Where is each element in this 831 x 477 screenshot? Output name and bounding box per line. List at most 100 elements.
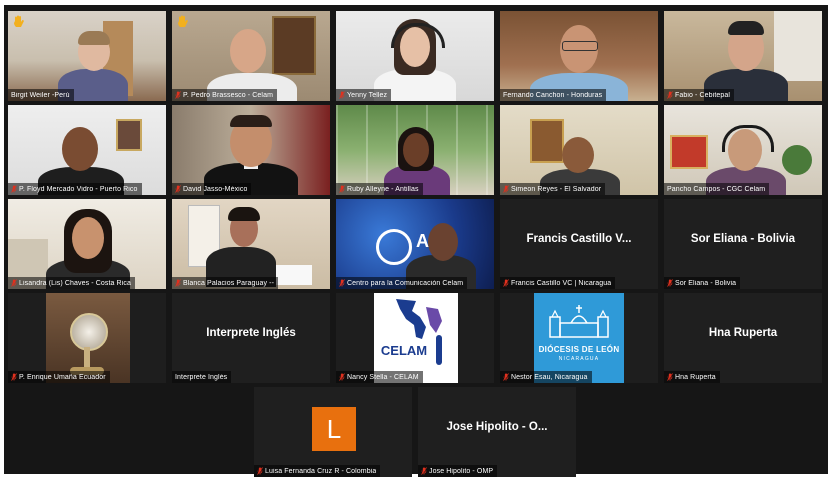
muted-mic-icon [339,373,345,381]
participant-name-bar: Fernando Canchon - Honduras [500,89,607,101]
participant-tile-francis[interactable]: Francis Castillo V... Francis Castillo V… [500,199,658,289]
participant-tile-floyd[interactable]: P. Floyd Mercado Vidro - Puerto Rico [8,105,166,195]
participant-name-bar: Blanca Palacios Paraguay -- [172,277,279,289]
plant-background [782,145,812,175]
participant-name: Lisandra (Lis) Chaves - Costa Rica [19,279,131,287]
participant-name: Fabio - Cebitepal [675,91,731,99]
participant-head [403,133,429,167]
participant-name: P. Floyd Mercado Vidro - Puerto Rico [19,185,138,193]
participant-tile-david[interactable]: David Jasso-México [172,105,330,195]
participant-tile-luisa[interactable]: L Luisa Fernanda Cruz R - Colombia [254,387,412,477]
participant-name: Nestor Esau, Nicaragua [511,373,588,381]
participant-tile-jose-hipolito[interactable]: Jose Hipolito - O... Jose Hipolito - OMP [418,387,576,477]
muted-mic-icon [257,467,263,475]
muted-mic-icon [667,91,673,99]
diocesis-subtitle: NICARAGUA [558,356,600,362]
video-feed [500,105,658,195]
participant-hair [78,31,110,45]
participant-head [230,29,266,73]
video-feed [500,11,658,101]
celam-globe-logo [376,229,412,265]
participant-name-bar: Nestor Esau, Nicaragua [500,371,592,383]
video-feed [8,293,166,383]
participant-name-bar: P. Floyd Mercado Vidro - Puerto Rico [8,183,142,195]
muted-mic-icon [667,373,673,381]
participant-name-bar: P. Pedro Brassesco - Celam [172,89,278,101]
participant-head [428,223,458,261]
participant-tile-centro-comunicacion[interactable]: A Centro para la Comunicación Celam [336,199,494,289]
participant-tile-nancy[interactable]: CELAM Nancy Stella - CELAM [336,293,494,383]
muted-mic-icon [339,185,345,193]
muted-mic-icon [339,279,345,287]
cross-mark [436,335,442,365]
video-feed [172,11,330,101]
participant-tile-pancho[interactable]: Pancho Campos - CGC Celam [664,105,822,195]
participant-tile-interprete[interactable]: Interprete Inglés Interprete Inglés [172,293,330,383]
participant-name-bar: Hna Ruperta [664,371,720,383]
participant-tile-sor-eliana[interactable]: Sor Eliana - Bolivia Sor Eliana - Bolivi… [664,199,822,289]
avatar-letter: L [326,413,342,444]
participant-tile-enrique[interactable]: P. Enrique Umaña Ecuador [8,293,166,383]
participant-display-name: Sor Eliana - Bolivia [690,233,796,245]
participant-name: Fernando Canchon - Honduras [503,91,603,99]
participant-name-bar: Sor Eliana - Bolivia [664,277,741,289]
participant-tile-yenny[interactable]: Yenny Tellez [336,11,494,101]
participant-name: Pancho Campos - CGC Celam [667,185,766,193]
participant-name-bar: Lisandra (Lis) Chaves - Costa Rica [8,277,135,289]
participant-tile-pedro[interactable]: P. Pedro Brassesco - Celam [172,11,330,101]
participant-name-bar: David Jasso-México [172,183,252,195]
painting-background [272,16,316,75]
participant-name-bar: Ruby Alleyne - Antillas [336,183,423,195]
participant-display-name: Francis Castillo V... [526,233,632,245]
headset [722,125,774,152]
muted-mic-icon [175,279,181,287]
participant-name-bar: Luisa Fernanda Cruz R - Colombia [254,465,381,477]
participant-name: P. Enrique Umaña Ecuador [19,373,106,381]
participant-hair [230,115,272,127]
participant-name-bar: Nancy Stella - CELAM [336,371,423,383]
participant-name: Yenny Tellez [347,91,388,99]
video-feed [172,105,330,195]
participant-head [562,137,594,173]
celam-logo-text: CELAM [380,343,428,358]
participant-name: Luisa Fernanda Cruz R - Colombia [265,467,377,475]
participant-name-bar: P. Enrique Umaña Ecuador [8,371,110,383]
participant-tile-fabio[interactable]: Fabio - Cebitepal [664,11,822,101]
video-feed [336,11,494,101]
participant-name: Centro para la Comunicación Celam [347,279,464,287]
participant-name: Francis Castillo VC | Nicaragua [511,279,612,287]
raised-hand-icon [14,15,24,27]
participant-display-name: Jose Hipolito - O... [446,421,548,433]
participant-tile-nestor[interactable]: DIÓCESIS DE LEÓN NICARAGUA Nestor Esau, … [500,293,658,383]
monstrance-image [70,313,108,351]
participant-tile-lisandra[interactable]: Lisandra (Lis) Chaves - Costa Rica [8,199,166,289]
muted-mic-icon [421,467,427,475]
participant-name: Sor Eliana - Bolivia [675,279,737,287]
participant-tile-fernando[interactable]: Fernando Canchon - Honduras [500,11,658,101]
muted-mic-icon [503,185,509,193]
video-feed [172,199,330,289]
participant-hair [228,207,260,221]
video-grid: Birgit Weiler -Perú P. Pedro Brassesco -… [4,5,828,477]
participant-name: Ruby Alleyne - Antillas [347,185,419,193]
video-feed: A [336,199,494,289]
participant-tile-birgit[interactable]: Birgit Weiler -Perú [8,11,166,101]
participant-tile-blanca[interactable]: Blanca Palacios Paraguay -- [172,199,330,289]
video-feed [8,199,166,289]
video-feed: DIÓCESIS DE LEÓN NICARAGUA [500,293,658,383]
frame-background [116,119,142,151]
participant-head [72,217,104,259]
cathedral-icon [549,305,609,338]
participant-name: Simeon Reyes - El Salvador [511,185,602,193]
raised-hand-icon [178,15,188,27]
participant-tile-hna-ruperta[interactable]: Hna Ruperta Hna Ruperta [664,293,822,383]
participant-tile-ruby[interactable]: Ruby Alleyne - Antillas [336,105,494,195]
participant-name-bar: Fabio - Cebitepal [664,89,735,101]
participant-tile-simeon[interactable]: Simeon Reyes - El Salvador [500,105,658,195]
participant-name-bar: Simeon Reyes - El Salvador [500,183,606,195]
muted-mic-icon [11,185,17,193]
participant-display-name: Hna Ruperta [708,327,778,339]
participant-name: Nancy Stella - CELAM [347,373,419,381]
picture-frame [530,119,564,163]
muted-mic-icon [503,279,509,287]
